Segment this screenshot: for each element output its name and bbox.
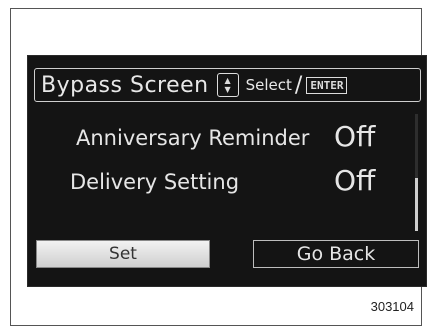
figure-number: 303104 [370, 299, 414, 314]
screen-title: Bypass Screen [41, 72, 209, 98]
setting-label: Anniversary Reminder [76, 126, 310, 150]
setting-row-anniversary-reminder[interactable]: Anniversary Reminder Off [76, 120, 375, 153]
select-hint: Select [245, 76, 292, 94]
screen-header: Bypass Screen ▲ ▼ Select / ENTER [34, 68, 421, 102]
display-screen: Bypass Screen ▲ ▼ Select / ENTER Anniver… [27, 55, 427, 287]
setting-value: Off [334, 120, 376, 153]
knob-down-glyph: ▼ [224, 85, 231, 94]
knob-up-glyph: ▲ [224, 76, 231, 85]
scrollbar-thumb[interactable] [415, 178, 418, 231]
hint-separator: / [294, 72, 303, 98]
scrollbar[interactable] [415, 114, 418, 231]
setting-row-delivery-setting[interactable]: Delivery Setting Off [70, 164, 375, 197]
setting-value: Off [334, 164, 376, 197]
rotary-knob-icon: ▲ ▼ [216, 73, 239, 97]
set-button[interactable]: Set [36, 240, 210, 268]
setting-label: Delivery Setting [70, 170, 240, 194]
enter-key-icon: ENTER [306, 76, 348, 94]
go-back-button[interactable]: Go Back [253, 240, 419, 268]
